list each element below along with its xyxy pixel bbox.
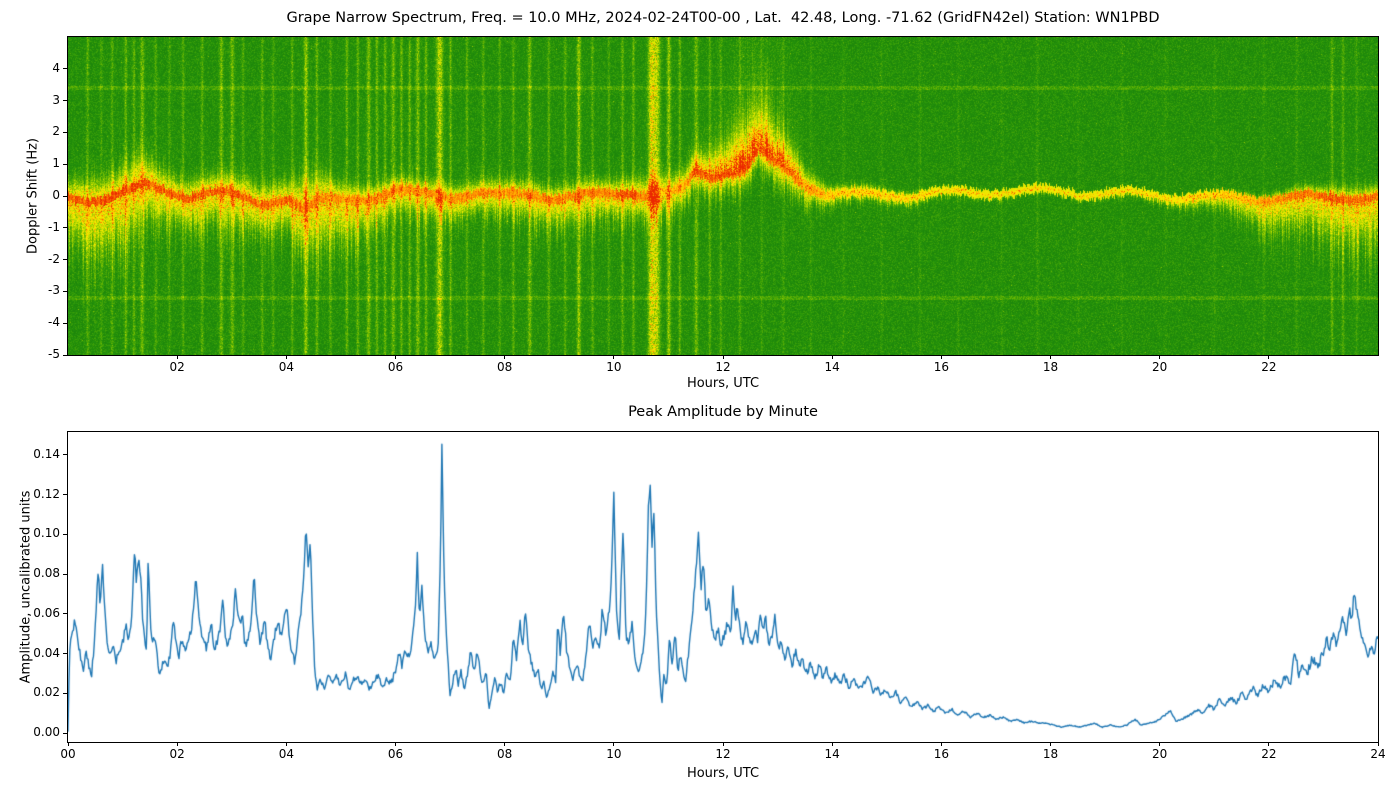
x-tick-mark [1050,742,1051,746]
y-tick-label: -3 [48,283,60,298]
x-tick-label: 18 [1042,747,1059,761]
y-tick-label: -4 [48,315,60,330]
y-tick-label: 0.06 [33,605,60,620]
x-tick-mark [1268,355,1270,359]
x-tick-mark [1268,742,1270,746]
y-tick-label: 2 [52,124,60,139]
y-tick-mark [63,533,67,535]
x-tick-mark [176,742,178,746]
amplitude-title: Peak Amplitude by Minute [628,404,818,420]
x-tick-label: 22 [1261,747,1277,761]
y-tick-mark [63,322,67,324]
x-tick-mark [395,355,396,359]
spectrogram-title: Grape Narrow Spectrum, Freq. = 10.0 MHz,… [286,10,1160,26]
spectrogram-xlabel: Hours, UTC [686,376,760,391]
x-tick-mark [176,355,178,359]
y-tick-mark [63,732,67,734]
x-tick-label: 12 [715,360,731,374]
x-tick-label: 12 [715,747,731,761]
y-tick-mark [63,100,67,102]
x-tick-mark [504,742,506,746]
y-tick-label: 0.02 [33,685,60,700]
x-tick-mark [395,742,396,746]
x-tick-mark [285,742,287,746]
x-tick-label: 18 [1042,360,1059,374]
x-tick-mark [1159,355,1161,359]
x-tick-mark [940,355,942,359]
y-tick-mark [63,354,67,356]
x-tick-label: 00 [60,747,76,761]
x-tick-label: 10 [606,360,622,374]
y-tick-mark [63,613,67,615]
y-tick-mark [63,68,67,70]
y-tick-label: -5 [48,347,60,361]
y-tick-mark [63,259,67,261]
x-tick-label: 06 [387,747,404,761]
figure: Grape Narrow Spectrum, Freq. = 10.0 MHz,… [0,0,1400,800]
y-tick-label: 4 [52,60,60,75]
x-tick-label: 04 [278,360,294,374]
y-tick-label: 0.14 [33,446,60,461]
x-tick-label: 02 [169,360,185,374]
y-tick-mark [63,131,67,133]
x-tick-label: 08 [497,360,513,374]
y-tick-mark [63,454,67,456]
x-tick-mark [613,742,615,746]
y-tick-mark [63,692,67,694]
y-tick-label: 0.10 [33,526,60,541]
x-tick-mark [831,742,833,746]
y-tick-mark [63,195,67,197]
x-tick-label: 20 [1152,747,1168,761]
y-tick-label: 0.00 [33,725,60,740]
x-tick-mark [940,742,942,746]
y-tick-label: 3 [52,92,60,107]
y-tick-label: -2 [48,251,60,266]
y-tick-mark [63,163,67,165]
x-tick-mark [722,355,724,359]
x-tick-label: 16 [933,747,949,761]
x-tick-label: 04 [278,747,294,761]
x-tick-label: 14 [824,360,840,374]
x-tick-mark [722,742,724,746]
x-tick-label: 02 [169,747,185,761]
y-tick-label: 1 [52,156,60,171]
x-tick-mark [831,355,833,359]
y-tick-mark [63,494,67,496]
amplitude-xlabel: Hours, UTC [686,766,760,781]
amplitude-line-canvas [67,431,1379,743]
x-tick-mark [613,355,615,359]
x-tick-label: 14 [824,747,840,761]
x-tick-mark [1050,355,1051,359]
y-tick-label: 0.04 [33,645,60,660]
y-tick-mark [63,227,67,229]
y-tick-label: 0 [52,188,60,202]
x-tick-label: 08 [497,747,513,761]
y-tick-mark [63,573,67,575]
x-tick-mark [504,355,506,359]
y-tick-label: 0.12 [33,486,60,501]
x-tick-label: 10 [606,747,622,761]
x-tick-label: 24 [1370,747,1386,761]
x-tick-label: 16 [933,360,949,374]
y-tick-label: -1 [48,219,60,234]
y-tick-mark [63,290,67,292]
spectrogram-heatmap-canvas [67,36,1379,356]
x-tick-mark [1159,742,1161,746]
x-tick-label: 22 [1261,360,1277,374]
x-tick-mark [67,742,69,746]
x-tick-mark [285,355,287,359]
y-tick-label: 0.08 [33,566,60,581]
y-tick-mark [63,653,67,655]
x-tick-label: 20 [1152,360,1168,374]
x-tick-mark [1377,742,1379,746]
x-tick-label: 06 [387,360,404,374]
